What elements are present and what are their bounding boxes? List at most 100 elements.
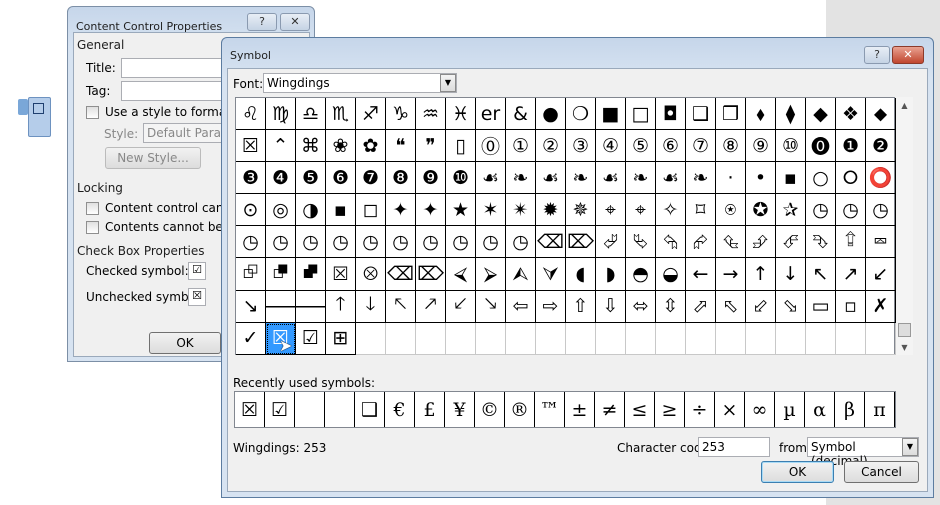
symbol-cell[interactable]: ⇦ xyxy=(506,290,536,323)
recent-symbol-cell[interactable]: ≥ xyxy=(655,392,685,427)
symbol-cell[interactable]: ✴ xyxy=(506,194,536,227)
symbol-cell[interactable]: → xyxy=(716,258,746,291)
symbol-cell[interactable] xyxy=(686,322,716,355)
symbol-cell[interactable]: ⬀ xyxy=(686,290,716,323)
recent-symbol-cell[interactable] xyxy=(325,392,355,427)
symbol-cell[interactable]: ◷ xyxy=(806,194,836,227)
symbol-cell[interactable]: ❍ xyxy=(566,98,596,131)
symbol-cell[interactable]: ◷ xyxy=(476,226,506,259)
symbol-cell[interactable]: ⑤ xyxy=(626,130,656,163)
symbol-cell[interactable]: ❿ xyxy=(446,162,476,195)
symbol-cell[interactable]: ✦ xyxy=(386,194,416,227)
recent-symbol-cell[interactable]: ❑ xyxy=(355,392,385,427)
symbol-cell[interactable]: ◑ xyxy=(296,194,326,227)
symbol-cell[interactable]: 🡒 xyxy=(296,290,326,323)
symbol-cell[interactable]: ◒ xyxy=(656,258,686,291)
symbol-cell[interactable]: ◓ xyxy=(626,258,656,291)
symbol-cell[interactable]: ⑧ xyxy=(716,130,746,163)
symbol-cell[interactable]: ◗ xyxy=(596,258,626,291)
symbol-cell[interactable]: 🡕 xyxy=(416,290,446,323)
symbol-cell[interactable]: ✦ xyxy=(416,194,446,227)
symbol-cell[interactable]: ❶ xyxy=(836,130,866,163)
symbol-cell[interactable]: ◷ xyxy=(506,226,536,259)
symbol-cell[interactable]: ⧫ xyxy=(776,98,806,131)
symbol-cell[interactable]: ⬧ xyxy=(746,98,776,131)
symbol-cell[interactable]: ⮵ xyxy=(746,226,776,259)
symbol-cell[interactable]: ◷ xyxy=(446,226,476,259)
symbol-cell[interactable]: ⮸ xyxy=(836,226,866,259)
symbol-cell[interactable]: ⑨ xyxy=(746,130,776,163)
checkbox-content-control-icon[interactable] xyxy=(18,97,52,139)
symbol-grid[interactable]: ♌ ♍ ♎ ♏ ♐ ♑ ♒ ♓ er & ● ❍ ■ □ ◘ ❑ ❒ ⬧ ⧫ ◆ ❖ ⬥ ☒ ⌃ ⌘ ❀ ✿ ❝ ❞ ▯ ⓪ ① ② ③ ④ ⑤ ⑥ ⑦ ⑧… xyxy=(235,97,896,355)
recent-symbol-cell[interactable]: ∞ xyxy=(745,392,775,427)
symbol-cell[interactable]: ☙ xyxy=(536,162,566,195)
symbol-cell[interactable] xyxy=(626,322,656,355)
symbol-cell[interactable]: ♓ xyxy=(446,98,476,131)
symbol-cell[interactable]: ⊙ xyxy=(236,194,266,227)
recent-symbols-list[interactable]: ☒ ☑ ❑ € £ ¥ © ® ™ ± ≠ ≤ ≥ ÷ × ∞ µ α β π xyxy=(234,391,896,428)
use-style-checkbox[interactable] xyxy=(86,106,99,119)
symbol-cell[interactable]: ◷ xyxy=(356,226,386,259)
symbol-cell[interactable] xyxy=(806,322,836,355)
symbol-cell[interactable]: ■ xyxy=(596,98,626,131)
symbol-cell[interactable]: ⮷ xyxy=(806,226,836,259)
recent-symbol-cell[interactable]: ☒ xyxy=(235,392,265,427)
symbol-cell[interactable] xyxy=(656,322,686,355)
symbol-cell[interactable]: ◎ xyxy=(266,194,296,227)
symbol-cell[interactable]: ✵ xyxy=(566,194,596,227)
recent-symbol-cell[interactable]: € xyxy=(385,392,415,427)
recent-symbol-cell[interactable]: ¥ xyxy=(445,392,475,427)
symbol-cell[interactable]: ⬥ xyxy=(866,98,896,131)
symbol-cell[interactable]: ♒ xyxy=(416,98,446,131)
help-button[interactable]: ? xyxy=(864,46,890,64)
scroll-up-icon[interactable]: ▲ xyxy=(896,101,913,110)
recent-symbol-cell[interactable]: £ xyxy=(415,392,445,427)
recent-symbol-cell[interactable]: ≤ xyxy=(625,392,655,427)
symbol-cell[interactable] xyxy=(356,322,386,355)
recent-symbol-cell[interactable] xyxy=(295,392,325,427)
symbol-cell[interactable]: ① xyxy=(506,130,536,163)
recent-symbol-cell[interactable]: ÷ xyxy=(685,392,715,427)
symbol-cell[interactable]: ◷ xyxy=(836,194,866,227)
symbol-cell[interactable]: ○ xyxy=(806,162,836,195)
symbol-cell[interactable]: ◷ xyxy=(236,226,266,259)
symbol-cell[interactable]: ▫ xyxy=(836,290,866,323)
symbol-cell[interactable]: ♎ xyxy=(296,98,326,131)
symbol-cell[interactable]: ⌫ xyxy=(386,258,416,291)
symbol-cell[interactable]: ③ xyxy=(566,130,596,163)
symbol-cell[interactable] xyxy=(716,322,746,355)
symbol-cell[interactable]: ⊞ xyxy=(326,322,356,355)
symbol-cell[interactable]: ◻ xyxy=(356,194,386,227)
symbol-cell[interactable]: ⬃ xyxy=(746,290,776,323)
symbol-cell[interactable]: ⇧ xyxy=(566,290,596,323)
symbol-cell[interactable]: ⌫ xyxy=(536,226,566,259)
symbol-cell[interactable]: ⮱ xyxy=(626,226,656,259)
symbol-cell[interactable]: ⌦ xyxy=(416,258,446,291)
symbol-cell[interactable]: ✪ xyxy=(746,194,776,227)
symbol-cell[interactable] xyxy=(416,322,446,355)
symbol-cell[interactable]: ❖ xyxy=(836,98,866,131)
symbol-cell[interactable]: er xyxy=(476,98,506,131)
new-style-button[interactable]: New Style... xyxy=(105,147,201,169)
close-button[interactable]: ✕ xyxy=(280,13,310,31)
symbol-cell[interactable]: ⮶ xyxy=(776,226,806,259)
symbol-cell[interactable]: ⬂ xyxy=(776,290,806,323)
symbol-cell[interactable]: ☙ xyxy=(656,162,686,195)
symbol-cell[interactable]: ▪ xyxy=(776,162,806,195)
symbol-cell[interactable]: ◷ xyxy=(296,226,326,259)
symbol-cell[interactable] xyxy=(506,322,536,355)
recent-symbol-cell[interactable]: ® xyxy=(505,392,535,427)
symbol-cell[interactable]: ↓ xyxy=(776,258,806,291)
symbol-cell[interactable] xyxy=(776,322,806,355)
symbol-cell[interactable]: ❼ xyxy=(356,162,386,195)
symbol-cell[interactable]: ▭ xyxy=(806,290,836,323)
symbol-cell[interactable]: 🡑 xyxy=(326,290,356,323)
symbol-cell[interactable]: ❸ xyxy=(236,162,266,195)
symbol-cell[interactable]: ⓪ xyxy=(476,130,506,163)
symbol-cell[interactable]: ❧ xyxy=(506,162,536,195)
close-button[interactable]: ✕ xyxy=(892,46,924,64)
symbol-cell[interactable]: ⭕ xyxy=(866,162,896,195)
symbol-cell[interactable]: 🡔 xyxy=(386,290,416,323)
symbol-cell[interactable]: ♍ xyxy=(266,98,296,131)
symbol-cell[interactable] xyxy=(596,322,626,355)
